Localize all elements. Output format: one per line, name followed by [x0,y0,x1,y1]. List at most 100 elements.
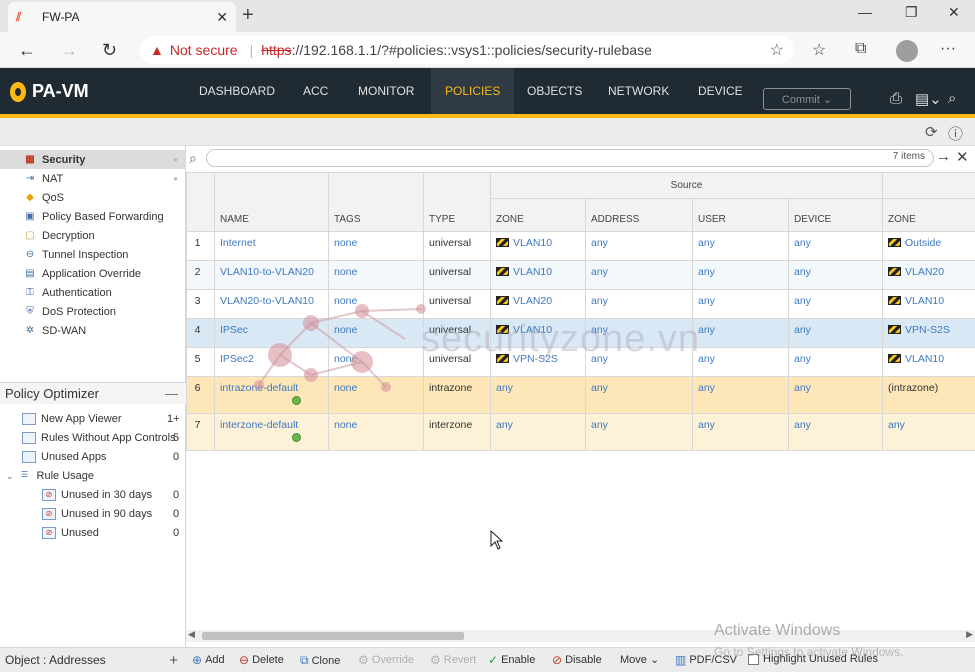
move-button[interactable]: Move ⌄ [620,653,659,666]
override-button[interactable]: ⚙ Override [358,653,414,667]
enable-button[interactable]: ✓ Enable [488,653,535,667]
rule-name[interactable]: interzone-default [214,413,329,451]
favorite-star-icon[interactable]: ☆ [770,40,784,60]
po-item-unused-90[interactable]: ⊘ Unused in 90 days [42,505,152,523]
col-header-name[interactable]: NAME [214,172,329,232]
rule-address[interactable]: any [585,289,693,319]
rule-user[interactable]: any [692,376,789,414]
disable-button[interactable]: ⊘ Disable [552,653,602,667]
rule-source-zone[interactable]: any [490,376,586,414]
nav-objects[interactable]: OBJECTS [527,68,582,114]
rule-device[interactable]: any [788,347,883,377]
close-tab-icon[interactable]: ✕ [216,9,228,26]
rule-device[interactable]: any [788,260,883,290]
more-menu-icon[interactable]: ··· [940,40,956,58]
col-header-user[interactable]: USER [692,198,789,232]
search-icon[interactable]: ⌕ [948,90,956,107]
col-header-dest-zone[interactable]: ZONE [882,198,975,232]
back-icon[interactable]: ← [18,40,36,61]
rule-user[interactable]: any [692,231,789,261]
rule-dest-zone[interactable]: VPN-S2S [882,318,975,348]
rule-source-zone[interactable]: VLAN10 [490,260,586,290]
rule-tags[interactable]: none [328,231,424,261]
refresh-icon[interactable]: ⟳ [925,123,938,141]
apply-filter-icon[interactable]: → [936,148,951,165]
rule-device[interactable]: any [788,413,883,451]
rule-dest-zone[interactable]: any [882,413,975,451]
col-header-address[interactable]: ADDRESS [585,198,693,232]
rule-address[interactable]: any [585,376,693,414]
rule-user[interactable]: any [692,260,789,290]
rule-address[interactable]: any [585,231,693,261]
save-config-icon[interactable]: ▤⌄ [915,90,942,108]
table-row[interactable]: 5 IPSec2 none universal VPN-S2S any any … [186,347,975,377]
favorites-icon[interactable]: ☆ [812,40,826,60]
profile-avatar[interactable] [896,40,918,62]
rule-tags[interactable]: none [328,260,424,290]
sidebar-item-security[interactable]: ▦ Security ● [0,150,186,169]
table-row[interactable]: 4 IPSec none universal VLAN10 any any an… [186,318,975,348]
pdf-csv-button[interactable]: ▥ PDF/CSV [675,653,737,667]
table-row[interactable]: 2 VLAN10-to-VLAN20 none universal VLAN10… [186,260,975,290]
rule-name[interactable]: VLAN20-to-VLAN10 [214,289,329,319]
rule-address[interactable]: any [585,318,693,348]
rule-name[interactable]: intrazone-default [214,376,329,414]
rule-source-zone[interactable]: VLAN20 [490,289,586,319]
rule-tags[interactable]: none [328,289,424,319]
rule-name[interactable]: IPSec [214,318,329,348]
rule-tags[interactable]: none [328,376,424,414]
commit-button[interactable]: Commit ⌄ [763,88,851,110]
horizontal-scrollbar[interactable]: ◀ ▶ [186,629,975,642]
sidebar-item-decryption[interactable]: ▢ Decryption [0,226,186,245]
rule-tags[interactable]: none [328,318,424,348]
delete-button[interactable]: ⊖ Delete [239,653,284,667]
new-tab-icon[interactable]: + [242,4,254,27]
rule-source-zone[interactable]: any [490,413,586,451]
nav-dashboard[interactable]: DASHBOARD [199,68,275,114]
rule-user[interactable]: any [692,413,789,451]
nav-acc[interactable]: ACC [303,68,328,114]
sidebar-item-dos-protection[interactable]: ⛨ DoS Protection [0,302,186,321]
rule-device[interactable]: any [788,289,883,319]
rule-device[interactable]: any [788,231,883,261]
sidebar-item-application-override[interactable]: ▤ Application Override [0,264,186,283]
table-row[interactable]: 6 intrazone-default none intrazone any a… [186,376,975,414]
table-row[interactable]: 3 VLAN20-to-VLAN10 none universal VLAN20… [186,289,975,319]
rule-address[interactable]: any [585,260,693,290]
rule-device[interactable]: any [788,376,883,414]
nav-device[interactable]: DEVICE [698,68,743,114]
rule-address[interactable]: any [585,347,693,377]
nav-network[interactable]: NETWORK [608,68,669,114]
rule-address[interactable]: any [585,413,693,451]
rule-dest-zone[interactable]: VLAN10 [882,347,975,377]
sidebar-item-nat[interactable]: ⇥ NAT ● [0,169,186,188]
rule-name[interactable]: VLAN10-to-VLAN20 [214,260,329,290]
add-button[interactable]: ⊕ Add [192,653,225,667]
col-header-source-zone[interactable]: ZONE [490,198,586,232]
not-secure-label[interactable]: Not secure [170,42,238,58]
scroll-right-icon[interactable]: ▶ [966,629,973,640]
checkbox[interactable] [748,653,759,665]
po-item-unused[interactable]: ⊘ Unused [42,524,99,542]
clone-button[interactable]: ⧉ Clone [300,653,340,668]
rule-user[interactable]: any [692,289,789,319]
rule-source-zone[interactable]: VLAN10 [490,231,586,261]
minimize-icon[interactable]: — [858,4,872,20]
forward-icon[interactable]: → [60,40,78,61]
scrollbar-thumb[interactable] [202,632,464,640]
sidebar-item-tunnel-inspection[interactable]: ⊖ Tunnel Inspection [0,245,186,264]
collections-icon[interactable]: ⧉ [855,40,866,58]
nav-monitor[interactable]: MONITOR [358,68,414,114]
sidebar-item-qos[interactable]: ◆ QoS [0,188,186,207]
config-lock-icon[interactable]: ⎙ [890,90,902,107]
clear-filter-icon[interactable]: ✕ [956,148,969,166]
col-header-type[interactable]: TYPE [423,172,491,232]
po-item-rule-usage[interactable]: ⌄ ☰ Rule Usage [6,467,94,485]
sidebar-item-authentication[interactable]: ⚿ Authentication [0,283,186,302]
rule-tags[interactable]: none [328,413,424,451]
nav-policies[interactable]: POLICIES [431,68,515,114]
window-close-icon[interactable]: ✕ [948,4,960,21]
rule-name[interactable]: Internet [214,231,329,261]
rule-user[interactable]: any [692,347,789,377]
po-item-rules-without-app-controls[interactable]: Rules Without App Controls [22,429,176,447]
